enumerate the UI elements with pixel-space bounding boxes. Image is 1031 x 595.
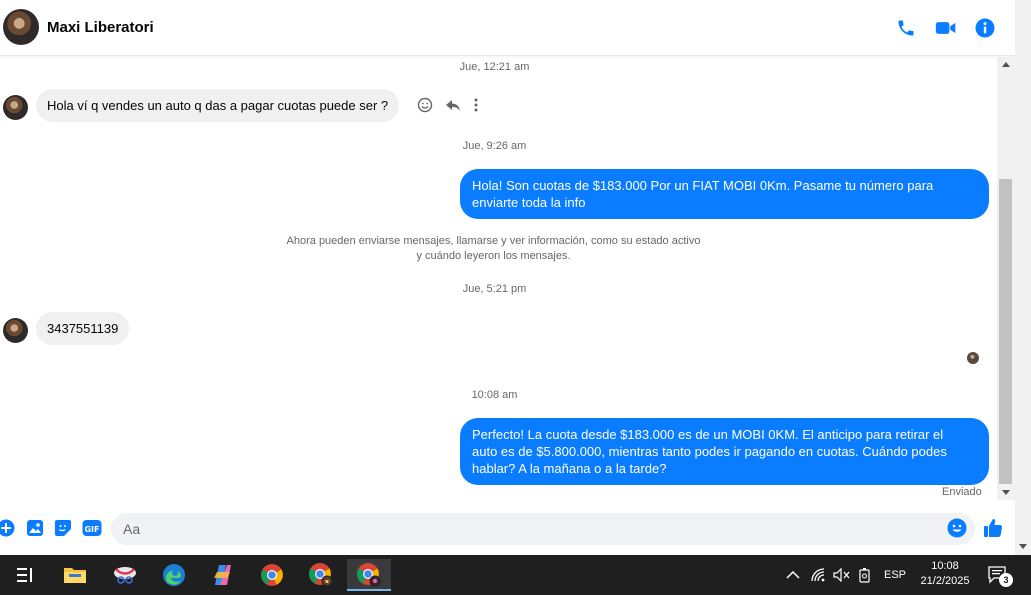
reply-icon[interactable] — [445, 97, 461, 113]
edge-icon — [163, 564, 185, 586]
message-bubble-incoming[interactable]: Hola ví q vendes un auto q das a pagar c… — [36, 89, 400, 122]
copilot-icon — [214, 565, 231, 585]
page-scrollbar[interactable] — [1015, 0, 1031, 555]
message-line: auto es de $5.800.000, mientras tanto po… — [472, 444, 947, 459]
show-hidden-icons-button[interactable] — [786, 555, 800, 595]
timestamp: Jue, 9:26 am — [462, 140, 527, 152]
message-line: Perfecto! La cuota desde $183.000 es de … — [472, 427, 944, 442]
notification-center-button[interactable]: 3 — [987, 555, 1013, 595]
message-bubble-outgoing[interactable]: Perfecto! La cuota desde $183.000 es de … — [460, 418, 989, 485]
video-call-button[interactable] — [934, 16, 958, 40]
copilot-button[interactable] — [201, 559, 245, 591]
voice-call-button[interactable] — [894, 16, 918, 40]
read-receipt-avatar — [967, 352, 979, 364]
plus-circle-icon — [0, 519, 15, 537]
task-view-button[interactable] — [3, 559, 47, 591]
conversation-info-button[interactable] — [973, 16, 997, 40]
scroll-down-arrow-icon[interactable] — [1002, 490, 1010, 495]
thumbs-up-icon — [984, 519, 1003, 538]
more-actions-button[interactable] — [0, 518, 16, 538]
sender-avatar[interactable] — [3, 318, 28, 343]
wifi-icon — [811, 568, 825, 582]
notification-count-badge: 3 — [999, 573, 1013, 587]
chrome-profile-button[interactable] — [299, 559, 343, 591]
svg-text:GIF: GIF — [84, 525, 99, 534]
sender-avatar[interactable] — [3, 95, 28, 120]
battery-status[interactable] — [858, 555, 872, 595]
smiley-icon[interactable] — [417, 97, 433, 113]
image-icon — [27, 520, 43, 536]
message-composer: GIF — [0, 505, 1015, 555]
video-camera-icon — [935, 22, 956, 34]
contact-name[interactable]: Maxi Liberatori — [47, 19, 154, 36]
scroll-down-arrow-icon[interactable] — [1019, 544, 1027, 549]
gif-icon: GIF — [82, 520, 102, 536]
system-message: Ahora pueden enviarse mensajes, llamarse… — [0, 234, 987, 264]
message-line: Hola! Son cuotas de $183.000 Por un FIAT… — [472, 178, 934, 193]
input-language[interactable]: ESP — [884, 555, 906, 595]
emoji-icon — [947, 518, 967, 538]
message-line: enviarte toda la info — [472, 195, 586, 210]
speaker-muted-icon — [833, 568, 850, 582]
snipping-tool-button[interactable] — [103, 559, 147, 591]
message-list[interactable]: Jue, 12:21 am Hola ví q vendes un auto q… — [0, 57, 997, 505]
timestamp: Jue, 5:21 pm — [462, 283, 527, 295]
scissors-icon — [114, 567, 136, 584]
chrome-profile-icon — [357, 563, 381, 587]
sticker-icon — [55, 520, 71, 536]
clock-date: 21/2/2025 — [920, 575, 970, 587]
like-button[interactable] — [983, 518, 1003, 538]
chrome-button[interactable] — [250, 559, 294, 591]
info-icon — [975, 18, 995, 38]
chrome-profile-active-button[interactable] — [347, 559, 391, 591]
message-bubble-outgoing[interactable]: Hola! Son cuotas de $183.000 Por un FIAT… — [460, 169, 989, 219]
timestamp: Jue, 12:21 am — [459, 61, 530, 73]
task-view-icon — [17, 568, 32, 582]
attach-photo-button[interactable] — [25, 518, 45, 538]
file-explorer-button[interactable] — [53, 559, 97, 591]
edge-browser-button[interactable] — [152, 559, 196, 591]
system-clock[interactable]: 10:08 21/2/2025 — [915, 559, 975, 589]
contact-avatar[interactable] — [3, 9, 39, 45]
message-line: hablar? A la mañana o a la tarde? — [472, 461, 667, 476]
message-actions — [417, 97, 479, 113]
scrollbar-thumb[interactable] — [999, 179, 1012, 484]
message-list-scrollbar[interactable] — [997, 57, 1015, 500]
conversation-header: Maxi Liberatori — [0, 0, 1015, 56]
message-bubble-incoming[interactable]: 3437551139 — [36, 312, 130, 345]
clock-time: 10:08 — [931, 560, 959, 572]
chrome-icon — [261, 564, 283, 586]
battery-icon — [859, 568, 870, 583]
system-message-line: y cuándo leyeron los mensajes. — [416, 250, 571, 262]
sticker-button[interactable] — [53, 518, 73, 538]
system-message-line: Ahora pueden enviarse mensajes, llamarse… — [286, 235, 701, 247]
network-status[interactable] — [811, 555, 827, 595]
volume-control[interactable] — [833, 555, 851, 595]
scroll-up-arrow-icon[interactable] — [1002, 62, 1010, 67]
timestamp: 10:08 am — [471, 389, 518, 401]
phone-icon — [898, 20, 914, 36]
message-input-container[interactable] — [111, 513, 975, 545]
chevron-up-icon — [786, 570, 800, 579]
gif-button[interactable]: GIF — [82, 518, 102, 538]
emoji-button[interactable] — [947, 518, 967, 538]
windows-taskbar: ESP 10:08 21/2/2025 3 — [0, 555, 1031, 595]
sent-status: Enviado — [942, 486, 982, 498]
message-input[interactable] — [123, 513, 943, 545]
folder-icon — [64, 568, 86, 583]
more-options-icon[interactable] — [473, 97, 479, 113]
chrome-profile-icon — [309, 563, 333, 587]
